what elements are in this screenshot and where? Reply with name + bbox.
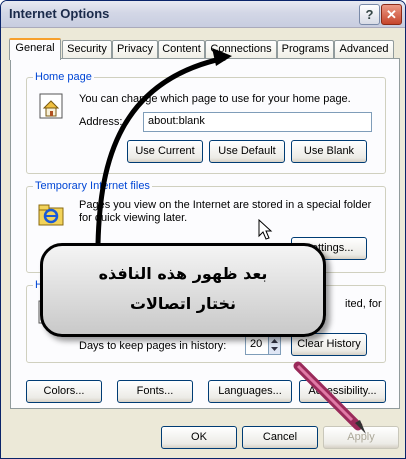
pen-icon [293,361,366,434]
annotation-line-1: بعد ظهور هذه النافذه [98,264,268,283]
mouse-cursor-icon [258,219,273,240]
annotation-line-2: نختار اتصالات [129,294,237,313]
tab-general[interactable]: General [9,38,61,60]
annotation-bubble: بعد ظهور هذه النافذه نختار اتصالات [40,243,326,337]
